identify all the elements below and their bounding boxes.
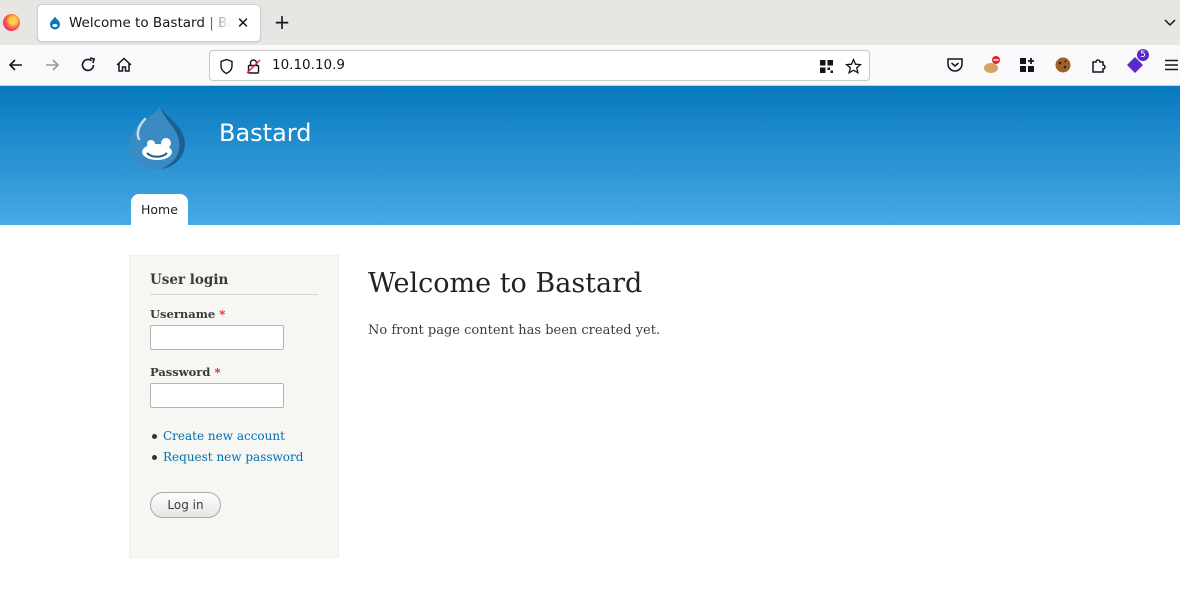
hackbar-extension-icon[interactable]: 5 [1125, 49, 1149, 75]
password-input[interactable] [150, 383, 284, 408]
required-marker: * [219, 307, 226, 321]
pocket-icon[interactable] [945, 55, 965, 75]
forward-icon[interactable] [42, 55, 62, 75]
qr-code-icon[interactable] [818, 58, 835, 75]
insecure-lock-icon[interactable] [245, 58, 262, 75]
block-title: User login [150, 272, 318, 295]
page-title: Welcome to Bastard [368, 268, 643, 299]
list-item: Request new password [150, 449, 303, 470]
site-header: Bastard Home [0, 86, 1180, 225]
drupal-favicon-icon [50, 16, 60, 30]
list-item: Create new account [150, 428, 303, 449]
browser-nav-bar: 10.10.10.9 5 [0, 45, 1180, 86]
puzzle-extensions-icon[interactable] [1089, 55, 1109, 75]
username-label: Username * [150, 307, 226, 321]
username-input[interactable] [150, 325, 284, 350]
reload-icon[interactable] [78, 55, 98, 75]
request-password-link[interactable]: Request new password [163, 450, 303, 464]
hamburger-menu-icon[interactable] [1161, 55, 1180, 75]
tab-title: Welcome to Bastard | Bastard [69, 15, 231, 31]
new-tab-icon[interactable]: + [272, 12, 292, 32]
required-marker: * [214, 365, 221, 379]
main-menu-label[interactable]: Home [141, 194, 178, 226]
list-all-tabs-icon[interactable] [1162, 14, 1178, 30]
create-account-link[interactable]: Create new account [163, 429, 285, 443]
tracking-shield-icon[interactable] [218, 58, 235, 75]
cookie-icon[interactable] [1053, 55, 1073, 75]
back-icon[interactable] [6, 55, 26, 75]
main-menu-tab-home[interactable]: Home [131, 194, 188, 225]
firefox-icon[interactable] [3, 14, 20, 31]
site-name[interactable]: Bastard [219, 119, 311, 147]
extension-badge: 5 [1137, 49, 1149, 61]
drupal-logo-icon[interactable] [127, 105, 187, 171]
front-page-message: No front page content has been created y… [368, 323, 661, 338]
tab-close-icon[interactable]: ✕ [235, 15, 251, 31]
bookmark-star-icon[interactable] [845, 58, 862, 75]
url-text[interactable]: 10.10.10.9 [272, 57, 345, 73]
browser-tab-active[interactable]: Welcome to Bastard | Bastard ✕ [38, 5, 260, 41]
address-bar[interactable]: 10.10.10.9 [209, 50, 870, 81]
extensions-grid-icon[interactable] [1017, 55, 1037, 75]
ublock-extension-icon[interactable] [981, 55, 1001, 75]
user-login-block: User login Username * Password * Create … [129, 255, 339, 558]
log-in-button[interactable]: Log in [150, 492, 221, 518]
browser-tab-bar: Welcome to Bastard | Bastard ✕ + [0, 0, 1180, 45]
login-links-list: Create new account Request new password [150, 428, 303, 470]
home-icon[interactable] [114, 55, 134, 75]
password-label: Password * [150, 365, 221, 379]
